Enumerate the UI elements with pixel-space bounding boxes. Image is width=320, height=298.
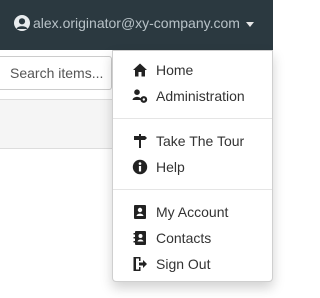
menu-item-label: Administration (156, 88, 245, 104)
menu-item-help[interactable]: Help (113, 154, 272, 180)
menu-item-sign-out[interactable]: Sign Out (113, 251, 272, 277)
menu-item-label: My Account (156, 204, 229, 220)
menu-item-label: Sign Out (156, 256, 211, 272)
menu-item-take-tour[interactable]: Take The Tour (113, 128, 272, 154)
account-card-icon (132, 204, 148, 220)
user-menu-toggle[interactable]: alex.originator@xy-company.com (14, 15, 254, 31)
menu-item-home[interactable]: Home (113, 57, 272, 83)
menu-divider (113, 118, 272, 119)
users-cog-icon (132, 88, 148, 104)
search-input[interactable] (0, 56, 112, 90)
user-email: alex.originator@xy-company.com (33, 15, 240, 31)
user-avatar-icon (14, 15, 30, 31)
user-dropdown-menu: Home Administration Take The Tour Help M… (112, 50, 273, 282)
signpost-icon (132, 133, 148, 149)
home-icon (132, 62, 148, 78)
menu-item-administration[interactable]: Administration (113, 83, 272, 109)
menu-item-label: Home (156, 62, 194, 78)
menu-item-label: Contacts (156, 230, 212, 246)
address-book-icon (132, 230, 148, 246)
menu-item-label: Help (156, 159, 185, 175)
sign-out-icon (132, 256, 148, 272)
menu-item-label: Take The Tour (156, 133, 245, 149)
top-navbar: alex.originator@xy-company.com (0, 0, 273, 50)
menu-item-my-account[interactable]: My Account (113, 199, 272, 225)
caret-down-icon (245, 21, 254, 27)
info-icon (132, 159, 148, 175)
menu-item-contacts[interactable]: Contacts (113, 225, 272, 251)
menu-divider (113, 189, 272, 190)
